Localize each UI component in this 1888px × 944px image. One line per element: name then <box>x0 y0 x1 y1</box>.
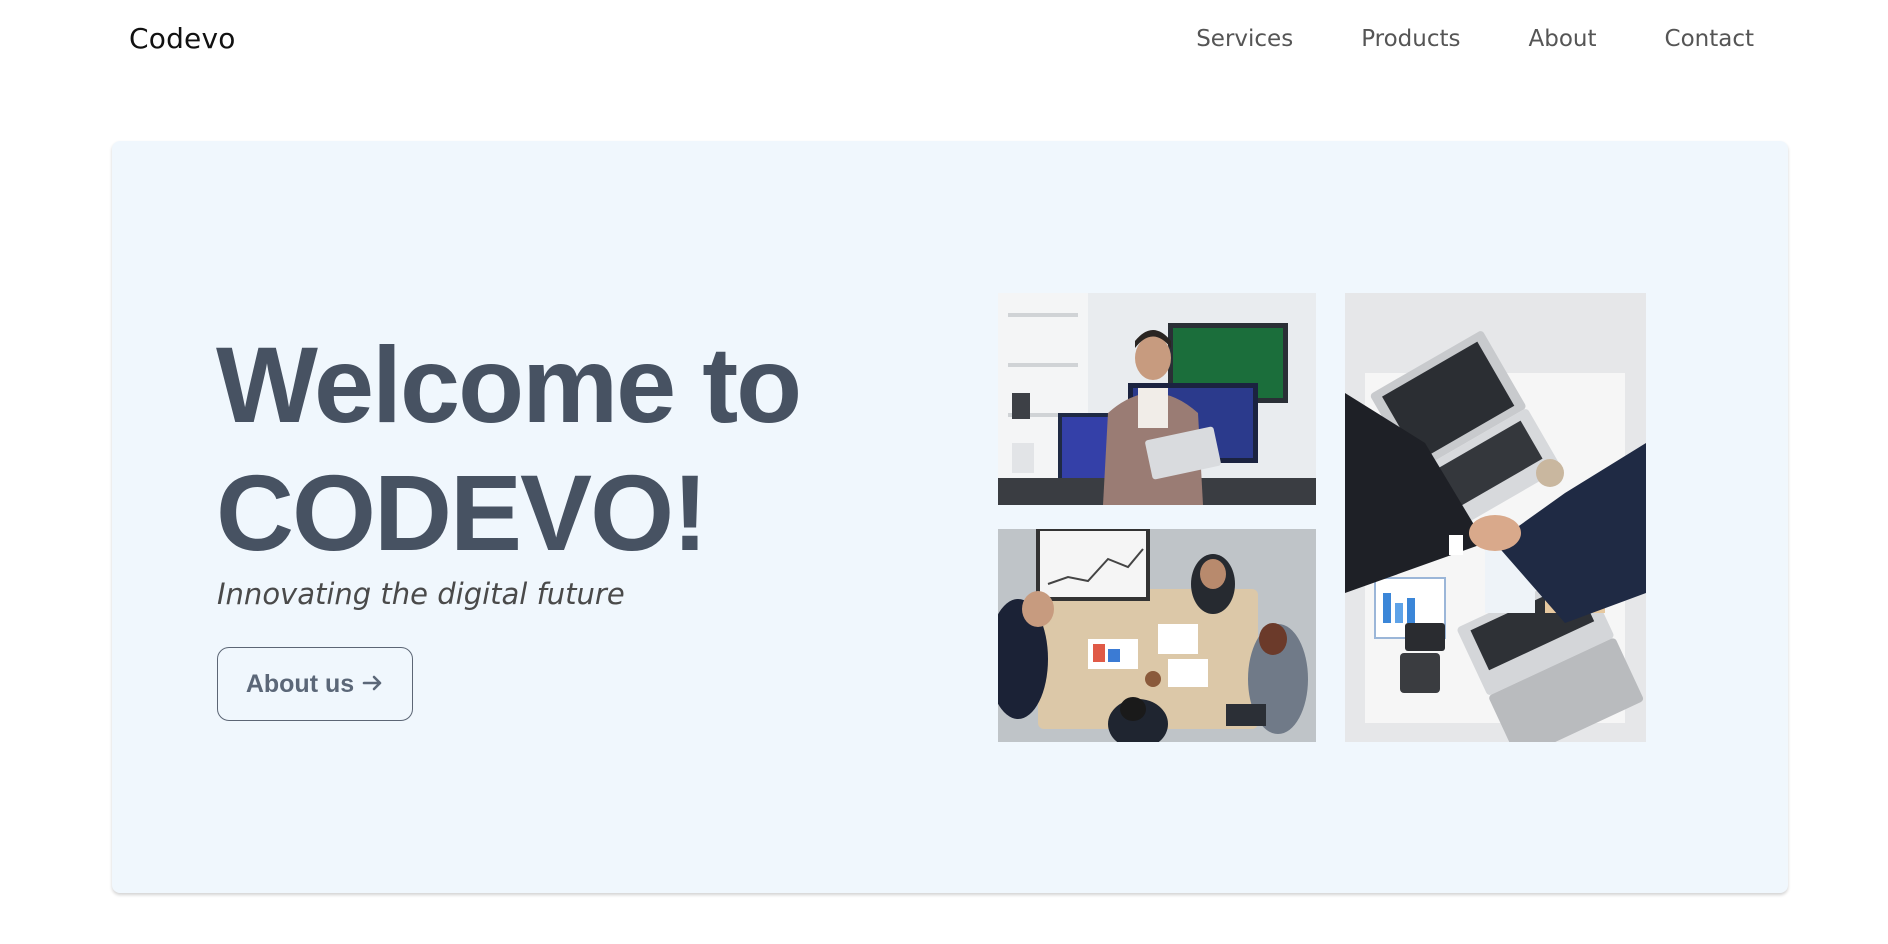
hero-title: Welcome to CODEVO! <box>216 321 802 577</box>
hero-section: Welcome to CODEVO! Innovating the digita… <box>112 141 1788 893</box>
nav-link-about[interactable]: About <box>1529 26 1597 52</box>
about-us-button[interactable]: About us <box>217 647 413 721</box>
handshake-photo <box>1345 293 1646 742</box>
hero-title-line-2: CODEVO! <box>216 452 708 573</box>
brand-logo[interactable]: Codevo <box>129 22 236 55</box>
developer-photo <box>998 293 1316 505</box>
hero-tagline: Innovating the digital future <box>217 577 625 611</box>
nav-link-contact[interactable]: Contact <box>1665 26 1754 52</box>
hero-title-line-1: Welcome to <box>216 324 802 445</box>
arrow-right-icon <box>362 670 384 699</box>
team-meeting-photo <box>998 529 1316 742</box>
main-nav: Services Products About Contact <box>1128 26 1754 52</box>
navbar: Codevo Services Products About Contact <box>0 0 1888 84</box>
about-us-button-label: About us <box>245 669 355 698</box>
nav-link-products[interactable]: Products <box>1361 26 1460 52</box>
nav-link-services[interactable]: Services <box>1196 26 1293 52</box>
